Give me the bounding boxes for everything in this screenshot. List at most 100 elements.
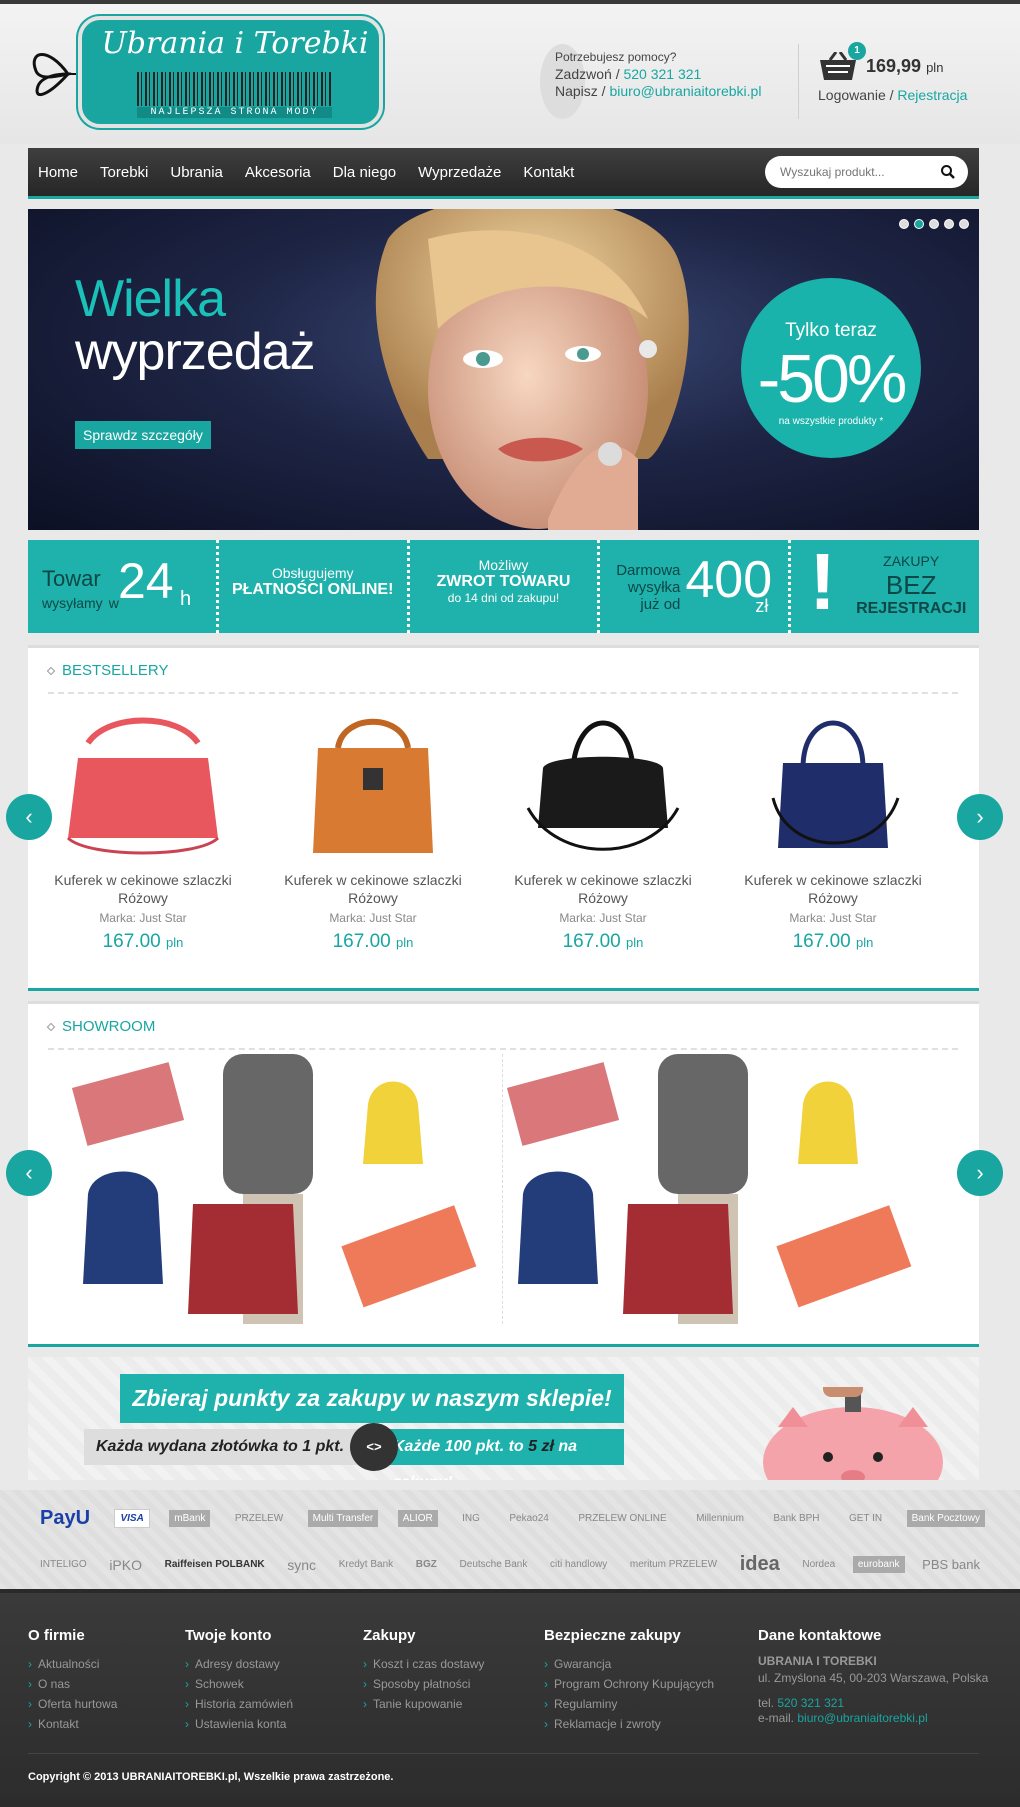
footer-col-shopping: Zakupy Koszt i czas dostawy Sposoby płat… xyxy=(363,1627,484,1714)
company-name: UBRANIA I TOREBKI xyxy=(758,1654,877,1668)
nav-item-torebki[interactable]: Torebki xyxy=(100,164,148,181)
bestsellers-section: BESTSELLERY Kuferek w cekinowe szlaczki … xyxy=(28,645,979,991)
product-name[interactable]: Kuferek w cekinowe szlaczki Różowy xyxy=(258,871,488,907)
section-divider xyxy=(48,692,958,694)
section-divider xyxy=(48,1048,958,1050)
logo[interactable]: Ubrania i Torebki NAJLEPSZA STRONA MODY xyxy=(28,16,383,128)
footer-link[interactable]: Regulaminy xyxy=(544,1694,714,1714)
copyright: Copyright © 2013 UBRANIAITOREBKI.pl, Wsz… xyxy=(28,1771,394,1783)
product-name[interactable]: Kuferek w cekinowe szlaczki Różowy xyxy=(488,871,718,907)
footer-link[interactable]: Adresy dostawy xyxy=(185,1654,293,1674)
footer-link[interactable]: Sposoby płatności xyxy=(363,1674,484,1694)
search-input[interactable] xyxy=(765,156,925,188)
footer-link[interactable]: Program Ochrony Kupujących xyxy=(544,1674,714,1694)
slider-dot[interactable] xyxy=(944,219,954,229)
footer-link[interactable]: Gwarancja xyxy=(544,1654,714,1674)
nav-item-kontakt[interactable]: Kontakt xyxy=(523,164,574,181)
product-card[interactable]: Kuferek w cekinowe szlaczki Różowy Marka… xyxy=(488,708,718,953)
bank-logo: PRZELEW xyxy=(234,1513,284,1524)
slider-dots xyxy=(899,219,969,229)
nav-item-ubrania[interactable]: Ubrania xyxy=(170,164,223,181)
footer-link[interactable]: Ustawienia konta xyxy=(185,1714,293,1734)
footer-heading: O firmie xyxy=(28,1627,85,1644)
contact-phone: tel. 520 321 321 xyxy=(758,1696,845,1710)
bank-logo: ING xyxy=(462,1513,480,1524)
slider-dot-active[interactable] xyxy=(914,219,924,229)
bestsellers-prev-arrow[interactable]: ‹ xyxy=(6,794,52,840)
bestsellers-next-arrow[interactable]: › xyxy=(957,794,1003,840)
product-brand: Marka: Just Star xyxy=(559,911,647,925)
product-name[interactable]: Kuferek w cekinowe szlaczki Różowy xyxy=(718,871,948,907)
footer-link[interactable]: Oferta hurtowa xyxy=(28,1694,117,1714)
product-name[interactable]: Kuferek w cekinowe szlaczki Różowy xyxy=(28,871,258,907)
product-brand: Marka: Just Star xyxy=(329,911,417,925)
handbag-icon xyxy=(66,717,220,855)
loyalty-banner[interactable]: Zbieraj punkty za zakupy w naszym sklepi… xyxy=(28,1357,979,1480)
bank-logo: meritum PRZELEW xyxy=(629,1559,718,1570)
product-image[interactable] xyxy=(258,708,488,863)
piggy-bank-icon xyxy=(763,1387,943,1480)
handbag-icon xyxy=(313,718,433,853)
product-image[interactable] xyxy=(718,708,948,863)
bestsellers-title: BESTSELLERY xyxy=(46,662,168,679)
showroom-next-arrow[interactable]: › xyxy=(957,1150,1003,1196)
bank-logo: citi handlowy xyxy=(549,1559,608,1570)
product-card[interactable]: Kuferek w cekinowe szlaczki Różowy Marka… xyxy=(258,708,488,953)
hero-title-line2: wyprzedaż xyxy=(75,323,316,381)
product-price: 167.00 pln xyxy=(332,931,414,952)
bank-logo: INTELIGO xyxy=(40,1559,87,1570)
nav-item-akcesoria[interactable]: Akcesoria xyxy=(245,164,311,181)
handbag-icon xyxy=(771,720,900,848)
showroom-image[interactable] xyxy=(503,1054,938,1324)
call-label: Zadzwoń xyxy=(555,66,612,82)
bank-logo: Pekao24 xyxy=(509,1513,549,1524)
bank-logo: BGZ xyxy=(415,1559,437,1570)
product-card[interactable]: Kuferek w cekinowe szlaczki Różowy Marka… xyxy=(718,708,948,953)
promo-top-text: Tylko teraz xyxy=(785,320,877,341)
slider-dot[interactable] xyxy=(929,219,939,229)
footer-link[interactable]: Reklamacje i zwroty xyxy=(544,1714,714,1734)
slider-dot[interactable] xyxy=(899,219,909,229)
footer-link[interactable]: Aktualności xyxy=(28,1654,117,1674)
bank-logo: Deutsche Bank xyxy=(459,1559,528,1570)
slider-dot[interactable] xyxy=(959,219,969,229)
handbag-icon xyxy=(526,720,680,851)
product-card[interactable]: Kuferek w cekinowe szlaczki Różowy Marka… xyxy=(28,708,258,953)
nav-item-wyprzedaze[interactable]: Wyprzedaże xyxy=(418,164,501,181)
bank-logo: mBank xyxy=(169,1510,211,1527)
product-image[interactable] xyxy=(28,708,258,863)
footer-link[interactable]: Schowek xyxy=(185,1674,293,1694)
bank-row-2: INTELIGO iPKO Raiffeisen POLBANK sync Kr… xyxy=(35,1550,985,1579)
footer-divider xyxy=(28,1753,979,1754)
login-link[interactable]: Logowanie xyxy=(818,87,886,103)
phone-link[interactable]: 520 321 321 xyxy=(623,66,701,82)
showroom-gallery xyxy=(68,1054,938,1324)
footer-link[interactable]: Kontakt xyxy=(28,1714,117,1734)
bank-logo: iPKO xyxy=(109,1556,142,1573)
footer-col-account: Twoje konto Adresy dostawy Schowek Histo… xyxy=(185,1627,293,1734)
promo-badge: Tylko teraz -50% na wszystkie produkty * xyxy=(741,278,921,458)
banner-arrows-button[interactable]: <> xyxy=(350,1423,398,1471)
bank-logo: Nordea xyxy=(802,1559,836,1570)
header-divider xyxy=(798,44,799,119)
footer-link[interactable]: Koszt i czas dostawy xyxy=(363,1654,484,1674)
footer-heading: Bezpieczne zakupy xyxy=(544,1627,681,1644)
footer-link[interactable]: Tanie kupowanie xyxy=(363,1694,484,1714)
footer-link[interactable]: O nas xyxy=(28,1674,117,1694)
email-link[interactable]: biuro@ubraniaitorebki.pl xyxy=(609,83,761,99)
product-image[interactable] xyxy=(488,708,718,863)
hero-details-button[interactable]: Sprawdz szczegóły xyxy=(75,421,211,449)
register-link[interactable]: Rejestracja xyxy=(897,87,967,103)
footer-link[interactable]: Historia zamówień xyxy=(185,1694,293,1714)
cart-total: 169,99 pln xyxy=(866,56,944,76)
features-bar: Towar wysyłamy w 24 h Obsługujemy PŁATNOŚ… xyxy=(28,540,979,633)
nav-item-home[interactable]: Home xyxy=(38,164,78,181)
product-price: 167.00 pln xyxy=(102,931,184,952)
search-icon[interactable] xyxy=(940,164,956,180)
showroom-prev-arrow[interactable]: ‹ xyxy=(6,1150,52,1196)
nav-item-dla-niego[interactable]: Dla niego xyxy=(333,164,396,181)
barcode-icon xyxy=(137,72,332,106)
showroom-image[interactable] xyxy=(68,1054,503,1324)
hero-slider: Wielka wyprzedaż Sprawdz szczegóły Tylko… xyxy=(28,209,979,530)
bank-logo: Millennium xyxy=(696,1513,744,1524)
